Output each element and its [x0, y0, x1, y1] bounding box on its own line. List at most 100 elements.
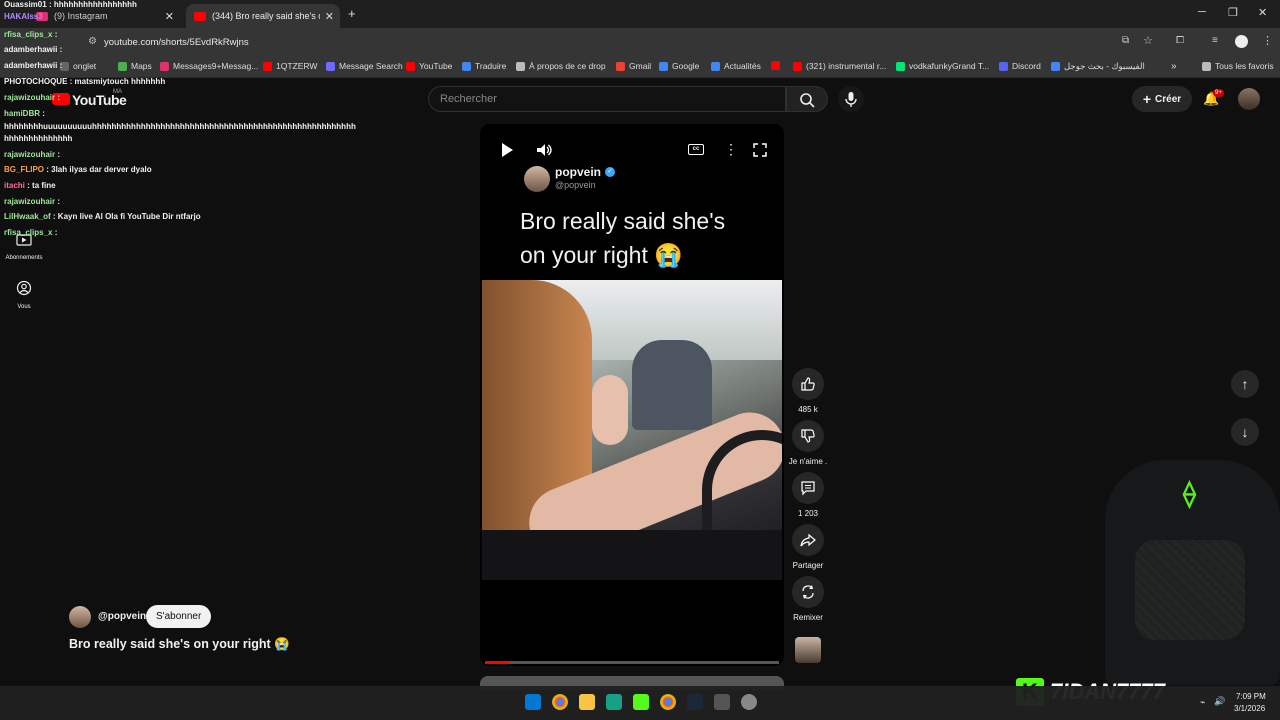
bookmark-label: vodkafunkyGrand T...	[909, 61, 990, 71]
bottom-channel-handle[interactable]: @popvein	[98, 611, 146, 622]
logo-region: MA	[113, 89, 122, 95]
close-icon[interactable]: ✕	[325, 10, 334, 23]
arrow-down-icon[interactable]: ↓	[1231, 418, 1259, 446]
close-icon[interactable]: ✕	[165, 10, 174, 23]
close-window-icon[interactable]: ✕	[1258, 6, 1267, 19]
chat-text: :	[54, 228, 58, 237]
arrow-up-icon[interactable]: ↑	[1231, 370, 1259, 398]
restore-icon[interactable]: ❐	[1228, 6, 1238, 19]
verified-icon: ✓	[605, 167, 615, 177]
bookmark-item[interactable]: YouTube	[406, 61, 452, 71]
progress-track[interactable]	[485, 661, 779, 664]
menu-list-icon[interactable]: ≡	[1212, 35, 1218, 46]
bookmark-item[interactable]: vodkafunkyGrand T...	[896, 61, 989, 71]
bookmark-label: Google	[672, 61, 700, 71]
settings-icon[interactable]	[741, 694, 757, 710]
search-input[interactable]: Rechercher	[428, 86, 786, 112]
subscribe-button[interactable]: S'abonner	[146, 605, 212, 628]
new-tab-button[interactable]: +	[348, 6, 356, 21]
chat-message: PHOTOCHOQUE : matsmiytouch hhhhhhh	[4, 77, 165, 86]
bookmark-item[interactable]	[771, 61, 784, 70]
like-button[interactable]: 485 k	[788, 368, 828, 414]
taskbar-time[interactable]: 7:09 PM	[1236, 692, 1266, 701]
bookmark-star-icon[interactable]: ☆	[1143, 34, 1153, 47]
chrome-icon[interactable]	[552, 694, 568, 710]
bookmark-item[interactable]: Gmail	[616, 61, 651, 71]
bookmark-item[interactable]: À propos de ce drop	[516, 61, 606, 71]
more-vert-icon[interactable]: ⋮	[1262, 34, 1273, 47]
play-icon[interactable]	[498, 141, 516, 159]
bookmark-item[interactable]: الفيسبوك - بحث جوجل	[1051, 61, 1145, 72]
volume-icon[interactable]	[535, 141, 553, 159]
chat-text: :	[57, 197, 61, 206]
app-icon[interactable]	[633, 694, 649, 710]
youtube-icon	[194, 11, 206, 21]
chair-logo: ⟠	[1183, 478, 1196, 508]
speaker-icon[interactable]: 🔊	[1214, 696, 1225, 707]
chrome-icon[interactable]	[660, 694, 676, 710]
chat-username: adamberhawii	[4, 45, 58, 54]
chat-message: hhhhhhhhuuuuuuuuuuhhhhhhhhhhhhhhhhhhhhhh…	[4, 122, 356, 131]
chat-username: HAKAIss3	[4, 12, 43, 21]
bookmark-item[interactable]: onglet	[60, 61, 96, 71]
bookmark-item[interactable]: Maps	[118, 61, 152, 71]
share-button[interactable]: Partager	[788, 524, 828, 570]
file-explorer-icon[interactable]	[579, 694, 595, 710]
tab-youtube-short[interactable]: (344) Bro really said she's on yo ✕	[186, 4, 340, 28]
captions-icon[interactable]: cc	[688, 144, 704, 155]
caption-line: on your right 😭	[520, 242, 683, 268]
bookmark-item[interactable]: Messages9+Messag...	[160, 61, 258, 71]
bookmark-label: 1QTZERW	[276, 61, 318, 71]
bookmark-label: Discord	[1012, 61, 1041, 71]
sound-thumbnail[interactable]	[795, 637, 821, 663]
remix-button[interactable]: Remixer	[788, 576, 828, 622]
video-frame[interactable]	[482, 280, 782, 580]
extensions-icon[interactable]: ⧠	[1176, 35, 1184, 46]
bookmark-item[interactable]: (321) instrumental r...	[793, 61, 886, 71]
app-icon[interactable]	[714, 694, 730, 710]
chat-username: rajawizouhair	[4, 93, 56, 102]
channel-avatar[interactable]	[524, 166, 550, 192]
bookmarks-overflow-icon[interactable]: »	[1171, 61, 1177, 72]
chat-username: rfisa_clips_x	[4, 30, 53, 39]
taskbar-date[interactable]: 3/1/2026	[1234, 704, 1265, 713]
bookmark-favicon-icon	[462, 61, 471, 71]
fullscreen-icon[interactable]	[752, 142, 768, 158]
tab-label: (344) Bro really said she's on yo	[212, 11, 320, 21]
bookmark-item[interactable]: Traduire	[462, 61, 506, 71]
steam-icon[interactable]	[687, 694, 703, 710]
site-info-icon[interactable]: ⚙	[88, 36, 97, 47]
dislike-label: Je n'aime .	[788, 457, 828, 466]
bookmark-item[interactable]: Google	[659, 61, 699, 71]
voice-search-button[interactable]	[838, 86, 864, 112]
bookmark-label: YouTube	[419, 61, 453, 71]
dislike-button[interactable]: Je n'aime .	[788, 420, 828, 466]
bookmark-favicon-icon	[896, 61, 905, 71]
create-button[interactable]: + Créer	[1132, 86, 1192, 112]
bookmark-label: Messages9+Messag...	[173, 61, 259, 71]
bookmark-item[interactable]: 1QTZERW	[263, 61, 317, 71]
short-caption: Bro really said she's on your right 😭	[520, 204, 725, 272]
windows-start-icon[interactable]	[525, 694, 541, 710]
channel-name[interactable]: popvein	[555, 165, 601, 179]
search-button[interactable]	[786, 86, 828, 112]
more-vert-icon[interactable]: ⋮	[724, 141, 738, 158]
profile-avatar[interactable]	[1235, 35, 1248, 48]
comments-button[interactable]: 1 203	[788, 472, 828, 518]
network-icon[interactable]: ⌁	[1200, 697, 1205, 708]
bookmark-item[interactable]: Actualités	[711, 61, 761, 71]
channel-avatar[interactable]	[69, 606, 91, 628]
share-label: Partager	[792, 561, 824, 570]
all-bookmarks[interactable]: Tous les favoris	[1202, 61, 1274, 71]
bookmark-item[interactable]: Message Search	[326, 61, 403, 71]
nav-you[interactable]: Vous	[0, 280, 48, 310]
app-icon[interactable]	[606, 694, 622, 710]
chat-text: :	[59, 45, 63, 54]
bookmark-item[interactable]: Discord	[999, 61, 1041, 71]
bookmark-favicon-icon	[771, 61, 780, 70]
cast-icon[interactable]: ⧉	[1122, 35, 1129, 46]
minimize-icon[interactable]: ─	[1198, 6, 1206, 18]
url-field[interactable]: youtube.com/shorts/5EvdRkRwjns	[104, 37, 249, 48]
user-avatar[interactable]	[1238, 88, 1260, 110]
bookmark-label: (321) instrumental r...	[806, 61, 887, 71]
